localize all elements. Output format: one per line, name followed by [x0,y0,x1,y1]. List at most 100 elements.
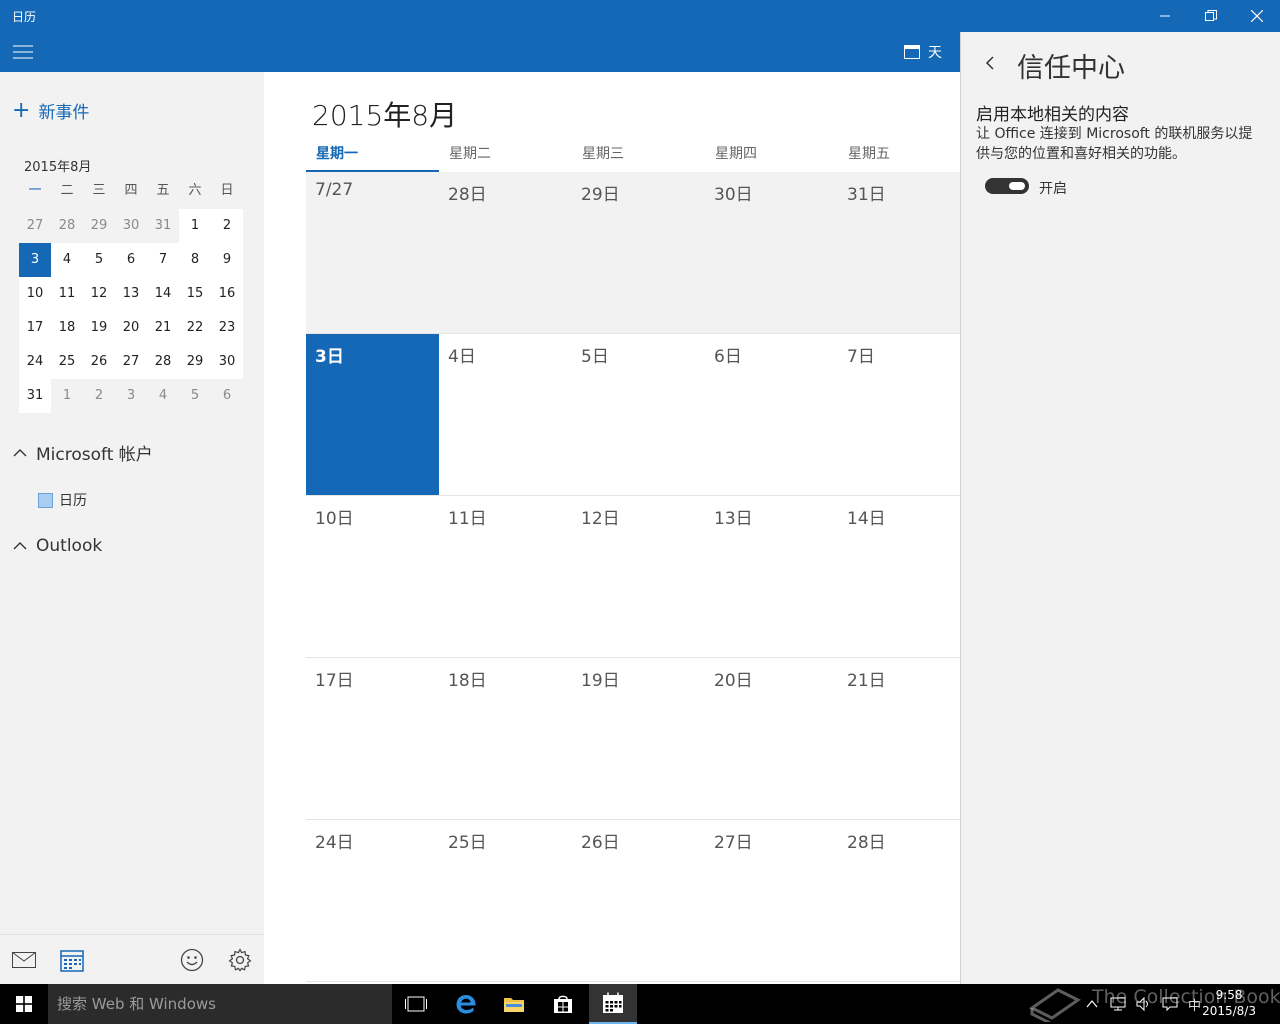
store-button[interactable] [539,984,587,1024]
day-cell[interactable]: 19日 [572,658,705,819]
mini-day[interactable]: 19 [83,311,115,345]
day-cell[interactable]: 28日 [439,172,572,333]
mini-day[interactable]: 30 [211,345,243,379]
account-group-microsoft[interactable]: Microsoft 帐户 [12,440,153,465]
mini-day[interactable]: 29 [83,209,115,243]
mini-day[interactable]: 11 [51,277,83,311]
mini-day[interactable]: 10 [19,277,51,311]
account-group-outlook[interactable]: Outlook [12,536,102,556]
mini-day[interactable]: 3 [19,243,51,277]
mini-day[interactable]: 29 [179,345,211,379]
mini-day[interactable]: 20 [115,311,147,345]
day-cell[interactable]: 12日 [572,496,705,657]
hamburger-menu-button[interactable] [8,38,38,66]
day-cell[interactable]: 21日 [838,658,971,819]
start-button[interactable] [0,984,48,1024]
week-row: 7/27 28日 29日 30日 31日 [306,172,960,334]
mini-day[interactable]: 18 [51,311,83,345]
day-view-button[interactable]: 天 [904,38,942,66]
mini-day[interactable]: 15 [179,277,211,311]
mini-day[interactable]: 30 [115,209,147,243]
clock[interactable]: 9:58 2015/8/3 [1202,987,1256,1019]
day-cell[interactable]: 18日 [439,658,572,819]
day-cell[interactable]: 13日 [705,496,838,657]
mini-day[interactable]: 31 [147,209,179,243]
mini-day[interactable]: 25 [51,345,83,379]
calendar-nav-button[interactable] [59,947,85,973]
day-cell[interactable]: 5日 [572,334,705,495]
day-cell[interactable]: 26日 [572,820,705,981]
day-cell[interactable]: 28日 [838,820,971,981]
mini-day[interactable]: 21 [147,311,179,345]
month-title[interactable]: 2015年8月 [312,94,457,134]
mini-day[interactable]: 6 [211,379,243,413]
chevron-up-icon[interactable] [1086,998,1098,1010]
day-cell[interactable]: 7日 [838,334,971,495]
mini-day[interactable]: 5 [83,243,115,277]
day-cell[interactable]: 25日 [439,820,572,981]
day-cell[interactable]: 17日 [306,658,439,819]
mail-button[interactable] [11,947,37,973]
mini-day[interactable]: 16 [211,277,243,311]
settings-button[interactable] [227,947,253,973]
day-cell[interactable]: 24日 [306,820,439,981]
mini-day[interactable]: 1 [51,379,83,413]
mini-day[interactable]: 2 [211,209,243,243]
day-cell[interactable]: 6日 [705,334,838,495]
mini-day[interactable]: 28 [147,345,179,379]
task-view-button[interactable] [392,984,440,1024]
minimize-button[interactable] [1142,0,1188,32]
calendar-item[interactable]: 日历 [38,490,87,510]
edge-button[interactable] [442,984,490,1024]
day-cell[interactable]: 14日 [838,496,971,657]
trust-center-toggle[interactable] [985,178,1029,194]
mini-day[interactable]: 8 [179,243,211,277]
close-button[interactable] [1234,0,1280,32]
mini-day[interactable]: 1 [179,209,211,243]
feedback-button[interactable] [179,947,205,973]
day-cell[interactable]: 29日 [572,172,705,333]
day-cell[interactable]: 10日 [306,496,439,657]
mini-day[interactable]: 4 [51,243,83,277]
mini-day[interactable]: 17 [19,311,51,345]
day-cell[interactable]: 30日 [705,172,838,333]
mini-day[interactable]: 12 [83,277,115,311]
day-cell[interactable]: 27日 [705,820,838,981]
mini-day[interactable]: 7 [147,243,179,277]
mini-day[interactable]: 5 [179,379,211,413]
mini-day[interactable]: 2 [83,379,115,413]
mini-day[interactable]: 27 [19,209,51,243]
mini-calendar-title[interactable]: 2015年8月 [24,156,91,175]
mini-day[interactable]: 6 [115,243,147,277]
day-cell[interactable]: 7/27 [306,172,439,333]
network-icon[interactable] [1110,997,1126,1011]
mini-day[interactable]: 9 [211,243,243,277]
day-cell[interactable]: 4日 [439,334,572,495]
book-watermark-icon [1029,988,1081,1022]
new-event-button[interactable]: + 新事件 [12,98,89,123]
restore-button[interactable] [1188,0,1234,32]
day-cell[interactable]: 31日 [838,172,971,333]
mini-day[interactable]: 27 [115,345,147,379]
taskbar-search-box[interactable]: 搜索 Web 和 Windows [48,984,392,1024]
day-cell[interactable]: 3日 [306,334,439,495]
mini-day[interactable]: 22 [179,311,211,345]
mini-day[interactable]: 26 [83,345,115,379]
mini-day[interactable]: 14 [147,277,179,311]
mini-day[interactable]: 3 [115,379,147,413]
ime-indicator[interactable]: 中 [1188,995,1201,1014]
volume-icon[interactable] [1136,997,1152,1011]
back-button[interactable] [981,50,999,76]
mini-day[interactable]: 23 [211,311,243,345]
mini-day[interactable]: 24 [19,345,51,379]
calendar-color-checkbox[interactable] [38,492,53,508]
day-cell[interactable]: 20日 [705,658,838,819]
mini-day[interactable]: 31 [19,379,51,413]
file-explorer-button[interactable] [490,984,538,1024]
action-center-icon[interactable] [1162,997,1178,1011]
calendar-app-button[interactable] [589,984,637,1024]
mini-day[interactable]: 28 [51,209,83,243]
day-cell[interactable]: 11日 [439,496,572,657]
mini-day[interactable]: 4 [147,379,179,413]
mini-day[interactable]: 13 [115,277,147,311]
